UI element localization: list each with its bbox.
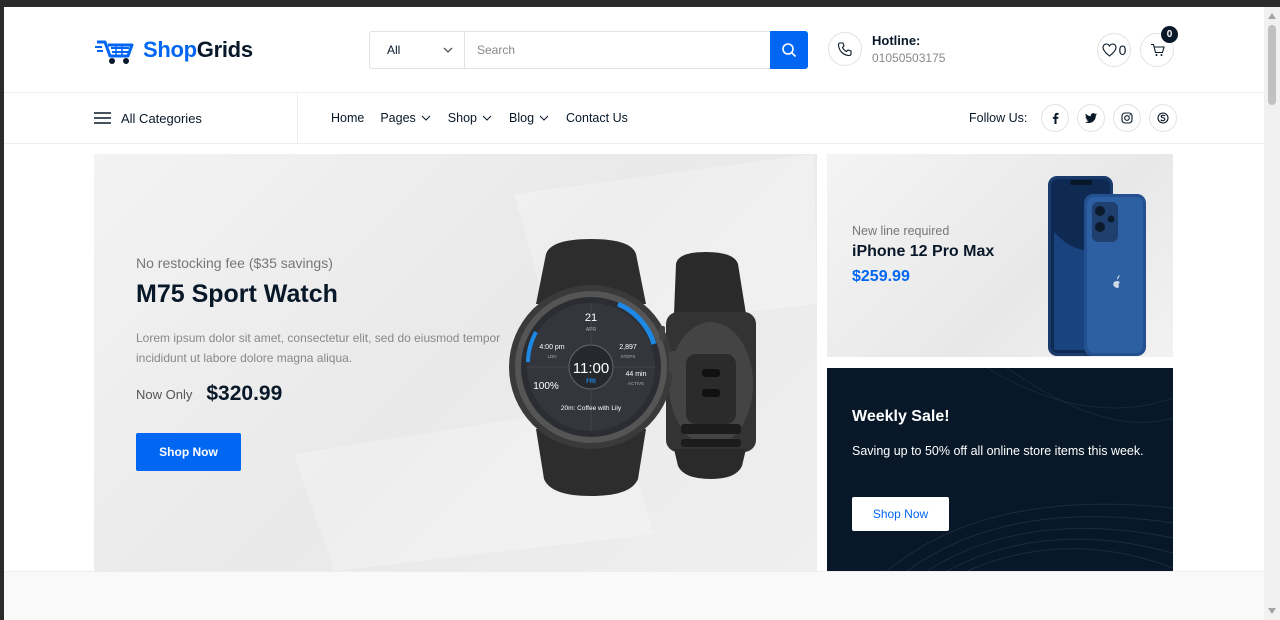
watch-active: 44 min	[625, 371, 646, 378]
twitter-icon[interactable]	[1077, 104, 1106, 132]
hamburger-icon	[94, 112, 111, 124]
main-navbar: All Categories Home Pages Shop Blog Cont…	[4, 92, 1264, 144]
hotline: Hotline: 01050503175	[828, 32, 945, 66]
watch-event: 20m: Coffee with Lily	[561, 405, 622, 412]
cart-button[interactable]: 0	[1140, 26, 1178, 67]
site-logo[interactable]: ShopGrids	[95, 34, 253, 66]
search-category-value: All	[387, 43, 401, 57]
hero-subtitle: No restocking fee ($35 savings)	[136, 255, 333, 271]
menu-item-label: Pages	[380, 111, 416, 125]
weekly-sale-description: Saving up to 50% off all online store it…	[852, 444, 1144, 458]
watch-time-left-sub: LDN	[547, 354, 556, 359]
watch-month: APR	[586, 327, 597, 333]
weekly-sale-title: Weekly Sale!	[852, 408, 950, 425]
menu-item-pages[interactable]: Pages	[380, 111, 431, 125]
nav-divider	[297, 93, 298, 143]
main-menu: Home Pages Shop Blog Contact Us	[331, 93, 644, 143]
menu-item-contact[interactable]: Contact Us	[566, 111, 628, 125]
search-button[interactable]	[770, 31, 808, 69]
cart-icon	[1150, 43, 1165, 56]
social-links: Follow Us:	[969, 93, 1178, 143]
follow-us-label: Follow Us:	[969, 111, 1028, 125]
all-categories-button[interactable]: All Categories	[94, 93, 202, 143]
hero-price-label: Now Only	[136, 386, 193, 402]
chevron-down-icon	[482, 115, 492, 121]
iphone-promo-subtitle: New line required	[852, 224, 950, 238]
hero-title: M75 Sport Watch	[136, 280, 338, 308]
search-input[interactable]	[465, 32, 770, 68]
menu-item-label: Shop	[447, 111, 477, 125]
hero-price-value: $320.99	[206, 382, 283, 405]
smartwatch-image: 21 APR 4:00 pm LDN 2,897 STEPS 100% 11:0…	[509, 239, 756, 496]
skype-icon[interactable]	[1149, 104, 1178, 132]
menu-item-home[interactable]: Home	[331, 111, 364, 125]
hero-description: Lorem ipsum dolor sit amet, consectetur …	[136, 331, 501, 365]
phone-icon	[828, 32, 862, 66]
weekly-sale-shop-now-button[interactable]: Shop Now	[852, 497, 949, 531]
menu-item-blog[interactable]: Blog	[509, 111, 550, 125]
search-bar: All	[369, 31, 808, 69]
instagram-icon[interactable]	[1113, 104, 1142, 132]
iphone-promo-price: $259.99	[852, 268, 910, 285]
chevron-down-icon	[421, 115, 431, 121]
menu-item-label: Blog	[509, 111, 535, 125]
weekly-sale-banner: Weekly Sale! Saving up to 50% off all on…	[827, 368, 1173, 571]
search-category-select[interactable]: All	[370, 32, 465, 68]
wishlist-button[interactable]: 0	[1097, 33, 1131, 67]
watch-day: FRI	[586, 379, 596, 385]
watch-clock: 11:00	[573, 360, 609, 377]
wishlist-count: 0	[1118, 42, 1127, 58]
watch-battery: 100%	[533, 381, 559, 392]
watch-date: 21	[585, 312, 597, 324]
menu-item-label: Contact Us	[566, 111, 628, 125]
page-scrollbar[interactable]	[1264, 7, 1280, 620]
watch-active-sub: ACTIVE	[628, 381, 644, 386]
chevron-down-icon	[539, 115, 549, 121]
chevron-down-icon	[443, 47, 453, 53]
heart-icon	[1102, 43, 1117, 57]
iphone-image	[1048, 176, 1146, 356]
cart-logo-icon	[95, 40, 134, 64]
browser-viewport: ShopGrids All Hotline: 01050503175 0 0	[4, 7, 1264, 620]
scroll-up-arrow-icon[interactable]	[1268, 13, 1276, 19]
logo-text: ShopGrids	[143, 37, 253, 62]
facebook-icon[interactable]	[1041, 104, 1070, 132]
cart-count-badge: 0	[1161, 26, 1178, 43]
watch-steps-sub: STEPS	[621, 354, 636, 359]
hero-price: Now Only $320.99	[136, 382, 282, 406]
iphone-promo-banner[interactable]: New line required iPhone 12 Pro Max $259…	[827, 154, 1173, 357]
hero-slider: No restocking fee ($35 savings) M75 Spor…	[94, 154, 817, 571]
wave-background-pattern	[886, 368, 1173, 571]
search-icon	[782, 43, 797, 58]
menu-item-label: Home	[331, 111, 365, 125]
scrollbar-thumb[interactable]	[1268, 25, 1276, 105]
all-categories-label: All Categories	[121, 110, 202, 126]
watch-steps: 2,897	[619, 344, 637, 351]
hotline-number[interactable]: 01050503175	[872, 51, 945, 65]
menu-item-shop[interactable]: Shop	[448, 111, 493, 125]
next-section-strip	[4, 571, 1264, 620]
hotline-title: Hotline:	[872, 33, 921, 48]
scroll-down-arrow-icon[interactable]	[1268, 608, 1276, 614]
iphone-promo-title: iPhone 12 Pro Max	[852, 243, 995, 260]
hero-shop-now-button[interactable]: Shop Now	[136, 433, 241, 471]
watch-time-left: 4:00 pm	[539, 344, 564, 351]
